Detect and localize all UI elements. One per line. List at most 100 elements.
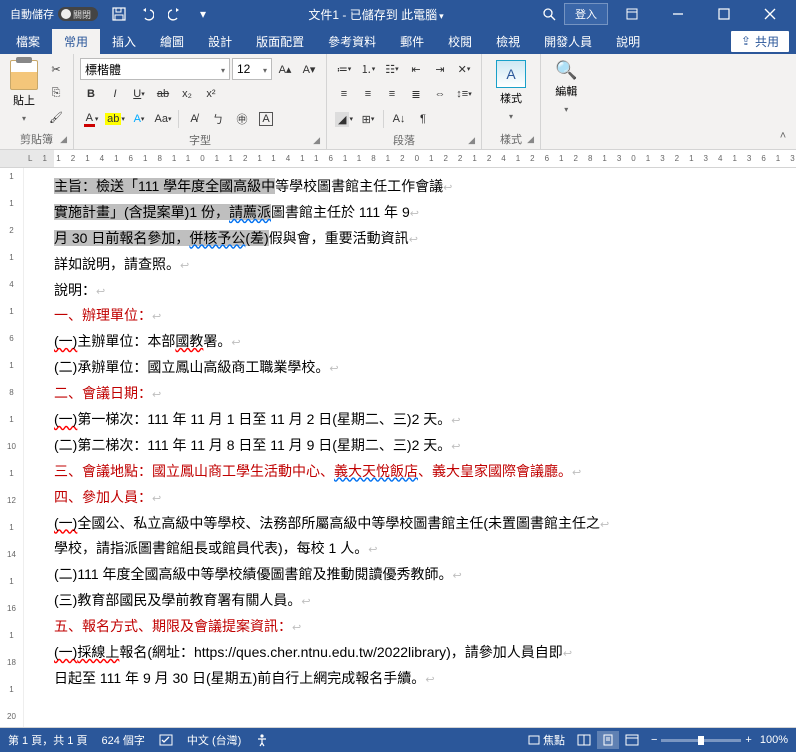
- tab-view[interactable]: 檢視: [484, 29, 532, 54]
- redo-icon[interactable]: [162, 2, 188, 26]
- paste-button[interactable]: 貼上: [6, 58, 42, 129]
- dialog-launcher-icon[interactable]: ◢: [527, 134, 534, 145]
- share-button[interactable]: ⇪共用: [730, 30, 790, 53]
- line-spacing-button[interactable]: ↕≡▾: [453, 83, 475, 105]
- language-indicator[interactable]: 中文 (台灣): [187, 732, 241, 748]
- tab-layout[interactable]: 版面配置: [244, 29, 316, 54]
- superscript-button[interactable]: x²: [200, 83, 222, 105]
- align-left-button[interactable]: ≡: [333, 83, 355, 105]
- increase-indent-button[interactable]: ⇥: [429, 58, 451, 80]
- minimize-button[interactable]: [656, 0, 700, 28]
- phonetic-guide-button[interactable]: ㄅ: [207, 108, 229, 130]
- undo-icon[interactable]: [134, 2, 160, 26]
- print-layout-button[interactable]: [597, 731, 619, 749]
- font-name-combo[interactable]: 標楷體: [80, 58, 230, 80]
- document-title: 文件1 - 已儲存到 此電腦: [216, 6, 536, 23]
- dialog-launcher-icon[interactable]: ◢: [468, 135, 475, 146]
- change-case-button[interactable]: Aa▾: [152, 108, 174, 130]
- heading-5: 五、報名方式、期限及會議提案資訊：: [54, 618, 292, 634]
- align-right-button[interactable]: ≡: [381, 83, 403, 105]
- chevron-down-icon: [221, 62, 225, 76]
- tab-insert[interactable]: 插入: [100, 29, 148, 54]
- shrink-font-button[interactable]: A▾: [298, 58, 320, 80]
- justify-icon: ≣: [411, 88, 420, 101]
- tab-design[interactable]: 設計: [196, 29, 244, 54]
- accessibility-icon[interactable]: [255, 733, 269, 747]
- dialog-launcher-icon[interactable]: ◢: [60, 134, 67, 145]
- autosave-toggle[interactable]: 自動儲存 關閉: [4, 6, 104, 22]
- borders-button[interactable]: ⊞▾: [357, 108, 379, 130]
- underline-button[interactable]: U▾: [128, 83, 150, 105]
- font-color-button[interactable]: A▾: [80, 108, 102, 130]
- zoom-out-button[interactable]: −: [651, 734, 657, 746]
- page-indicator[interactable]: 第 1 頁，共 1 頁: [8, 732, 87, 748]
- bold-button[interactable]: B: [80, 83, 102, 105]
- align-center-button[interactable]: ≡: [357, 83, 379, 105]
- focus-mode-button[interactable]: 焦點: [528, 732, 565, 748]
- ribbon-display-icon[interactable]: [610, 0, 654, 28]
- dialog-launcher-icon[interactable]: ◢: [313, 135, 320, 146]
- tab-review[interactable]: 校閱: [436, 29, 484, 54]
- shrink-font-icon: A▾: [303, 63, 316, 76]
- decrease-indent-button[interactable]: ⇤: [405, 58, 427, 80]
- format-painter-button[interactable]: 🖌: [45, 106, 67, 128]
- superscript-icon: x²: [206, 88, 215, 100]
- italic-button[interactable]: I: [104, 83, 126, 105]
- read-mode-button[interactable]: [573, 731, 595, 749]
- tab-home[interactable]: 常用: [52, 29, 100, 54]
- qat-customize-icon[interactable]: ▾: [190, 2, 216, 26]
- word-count[interactable]: 624 個字: [101, 732, 144, 748]
- cut-button[interactable]: ✂: [45, 58, 67, 80]
- collapse-ribbon-button[interactable]: ˄: [774, 127, 792, 145]
- justify-button[interactable]: ≣: [405, 83, 427, 105]
- char-border-button[interactable]: A: [255, 108, 277, 130]
- web-layout-button[interactable]: [621, 731, 643, 749]
- strike-button[interactable]: ab: [152, 83, 174, 105]
- asian-layout-button[interactable]: ✕▾: [453, 58, 475, 80]
- sort-button[interactable]: A↓: [388, 108, 410, 130]
- enclose-char-button[interactable]: ㊥: [231, 108, 253, 130]
- tab-draw[interactable]: 繪圖: [148, 29, 196, 54]
- share-icon: ⇪: [741, 34, 751, 48]
- horizontal-ruler[interactable]: L112141618110112114116118120122124126128…: [0, 150, 796, 168]
- numbering-button[interactable]: ⒈▾: [357, 58, 379, 80]
- tab-help[interactable]: 說明: [604, 29, 652, 54]
- spellcheck-icon[interactable]: [159, 733, 173, 747]
- highlight-button[interactable]: ab▾: [104, 108, 126, 130]
- document-page[interactable]: 主旨：檢送「111 學年度全國高級中等學校圖書館主任工作會議↩ 實施計畫」(含提…: [24, 168, 796, 727]
- align-right-icon: ≡: [389, 88, 395, 100]
- copy-button[interactable]: ⎘: [45, 82, 67, 104]
- grow-font-icon: A▴: [279, 63, 292, 76]
- signin-button[interactable]: 登入: [564, 3, 608, 25]
- distribute-button[interactable]: ⇔: [429, 83, 451, 105]
- grow-font-button[interactable]: A▴: [274, 58, 296, 80]
- font-size-combo[interactable]: 12: [232, 58, 272, 80]
- styles-button[interactable]: A 樣式: [488, 58, 534, 129]
- bullets-button[interactable]: ≔▾: [333, 58, 355, 80]
- search-icon[interactable]: [536, 2, 562, 26]
- clear-formatting-button[interactable]: A̸: [183, 108, 205, 130]
- autosave-label: 自動儲存: [10, 6, 54, 22]
- text-effects-button[interactable]: A▾: [128, 108, 150, 130]
- tab-mailings[interactable]: 郵件: [388, 29, 436, 54]
- show-marks-button[interactable]: ¶: [412, 108, 434, 130]
- zoom-in-button[interactable]: +: [745, 734, 751, 746]
- tab-developer[interactable]: 開發人員: [532, 29, 604, 54]
- maximize-button[interactable]: [702, 0, 746, 28]
- highlight-icon: ab: [105, 113, 121, 125]
- heading-2: 二、會議日期：: [54, 385, 152, 401]
- group-font-label: 字型: [189, 135, 211, 147]
- save-icon[interactable]: [106, 2, 132, 26]
- editing-button[interactable]: 🔍 編輯: [547, 58, 585, 133]
- change-case-icon: Aa: [155, 113, 168, 125]
- shading-button[interactable]: ◢▾: [333, 108, 355, 130]
- vertical-ruler[interactable]: 112141618110112114116118120: [0, 168, 24, 727]
- zoom-slider[interactable]: − +: [651, 734, 752, 746]
- zoom-level[interactable]: 100%: [760, 734, 788, 746]
- subscript-button[interactable]: x₂: [176, 83, 198, 105]
- tab-file[interactable]: 檔案: [4, 29, 52, 54]
- tab-references[interactable]: 參考資料: [316, 29, 388, 54]
- multilevel-button[interactable]: ☷▾: [381, 58, 403, 80]
- font-color-icon: A: [84, 112, 95, 127]
- close-button[interactable]: [748, 0, 792, 28]
